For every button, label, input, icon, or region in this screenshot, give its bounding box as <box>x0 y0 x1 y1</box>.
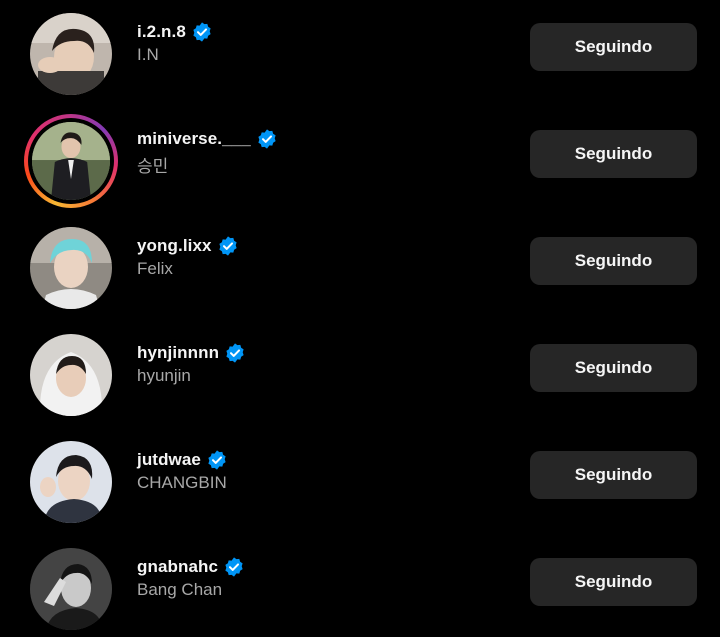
avatar-story-ring[interactable] <box>24 114 118 208</box>
verified-badge-icon <box>224 342 246 364</box>
following-row[interactable]: hynjinnnn hyunjin Seguindo <box>0 321 720 428</box>
following-row[interactable]: jutdwae CHANGBIN Seguindo <box>0 428 720 535</box>
verified-badge-icon <box>256 128 278 150</box>
verified-badge-icon <box>217 235 239 257</box>
profile-photo <box>30 548 112 630</box>
full-name: Felix <box>137 259 173 278</box>
profile-photo <box>32 122 110 200</box>
following-row[interactable]: miniverse.___ 승민 Seguindo <box>0 107 720 214</box>
user-info: gnabnahc Bang Chan <box>137 555 245 602</box>
avatar[interactable] <box>30 334 112 416</box>
full-name: Bang Chan <box>137 580 223 599</box>
full-name: 승민 <box>137 157 169 176</box>
profile-photo <box>30 13 112 95</box>
following-button[interactable]: Seguindo <box>530 558 697 606</box>
full-name: CHANGBIN <box>137 473 227 492</box>
following-button[interactable]: Seguindo <box>530 23 697 71</box>
following-row[interactable]: yong.lixx Felix Seguindo <box>0 214 720 321</box>
username[interactable]: gnabnahc <box>137 557 218 577</box>
following-button[interactable]: Seguindo <box>530 237 697 285</box>
full-name: I.N <box>137 45 159 64</box>
full-name: hyunjin <box>137 366 191 385</box>
username[interactable]: hynjinnnn <box>137 343 219 363</box>
following-list: i.2.n.8 I.N Seguindo miniverse.___ 승민 Se… <box>0 0 720 637</box>
avatar[interactable] <box>30 548 112 630</box>
avatar[interactable] <box>30 13 112 95</box>
username[interactable]: yong.lixx <box>137 236 212 256</box>
following-row[interactable]: gnabnahc Bang Chan Seguindo <box>0 535 720 637</box>
profile-photo <box>30 334 112 416</box>
following-button[interactable]: Seguindo <box>530 344 697 392</box>
verified-badge-icon <box>191 21 213 43</box>
username[interactable]: jutdwae <box>137 450 201 470</box>
user-info: jutdwae CHANGBIN <box>137 448 228 495</box>
username[interactable]: i.2.n.8 <box>137 22 186 42</box>
user-info: yong.lixx Felix <box>137 234 239 281</box>
following-button[interactable]: Seguindo <box>530 130 697 178</box>
username[interactable]: miniverse.___ <box>137 129 251 149</box>
user-info: miniverse.___ 승민 <box>137 127 278 176</box>
following-row[interactable]: i.2.n.8 I.N Seguindo <box>0 0 720 107</box>
profile-photo <box>30 227 112 309</box>
avatar[interactable] <box>30 441 112 523</box>
verified-badge-icon <box>206 449 228 471</box>
verified-badge-icon <box>223 556 245 578</box>
following-button[interactable]: Seguindo <box>530 451 697 499</box>
user-info: i.2.n.8 I.N <box>137 20 213 67</box>
profile-photo <box>30 441 112 523</box>
avatar[interactable] <box>30 227 112 309</box>
user-info: hynjinnnn hyunjin <box>137 341 246 388</box>
